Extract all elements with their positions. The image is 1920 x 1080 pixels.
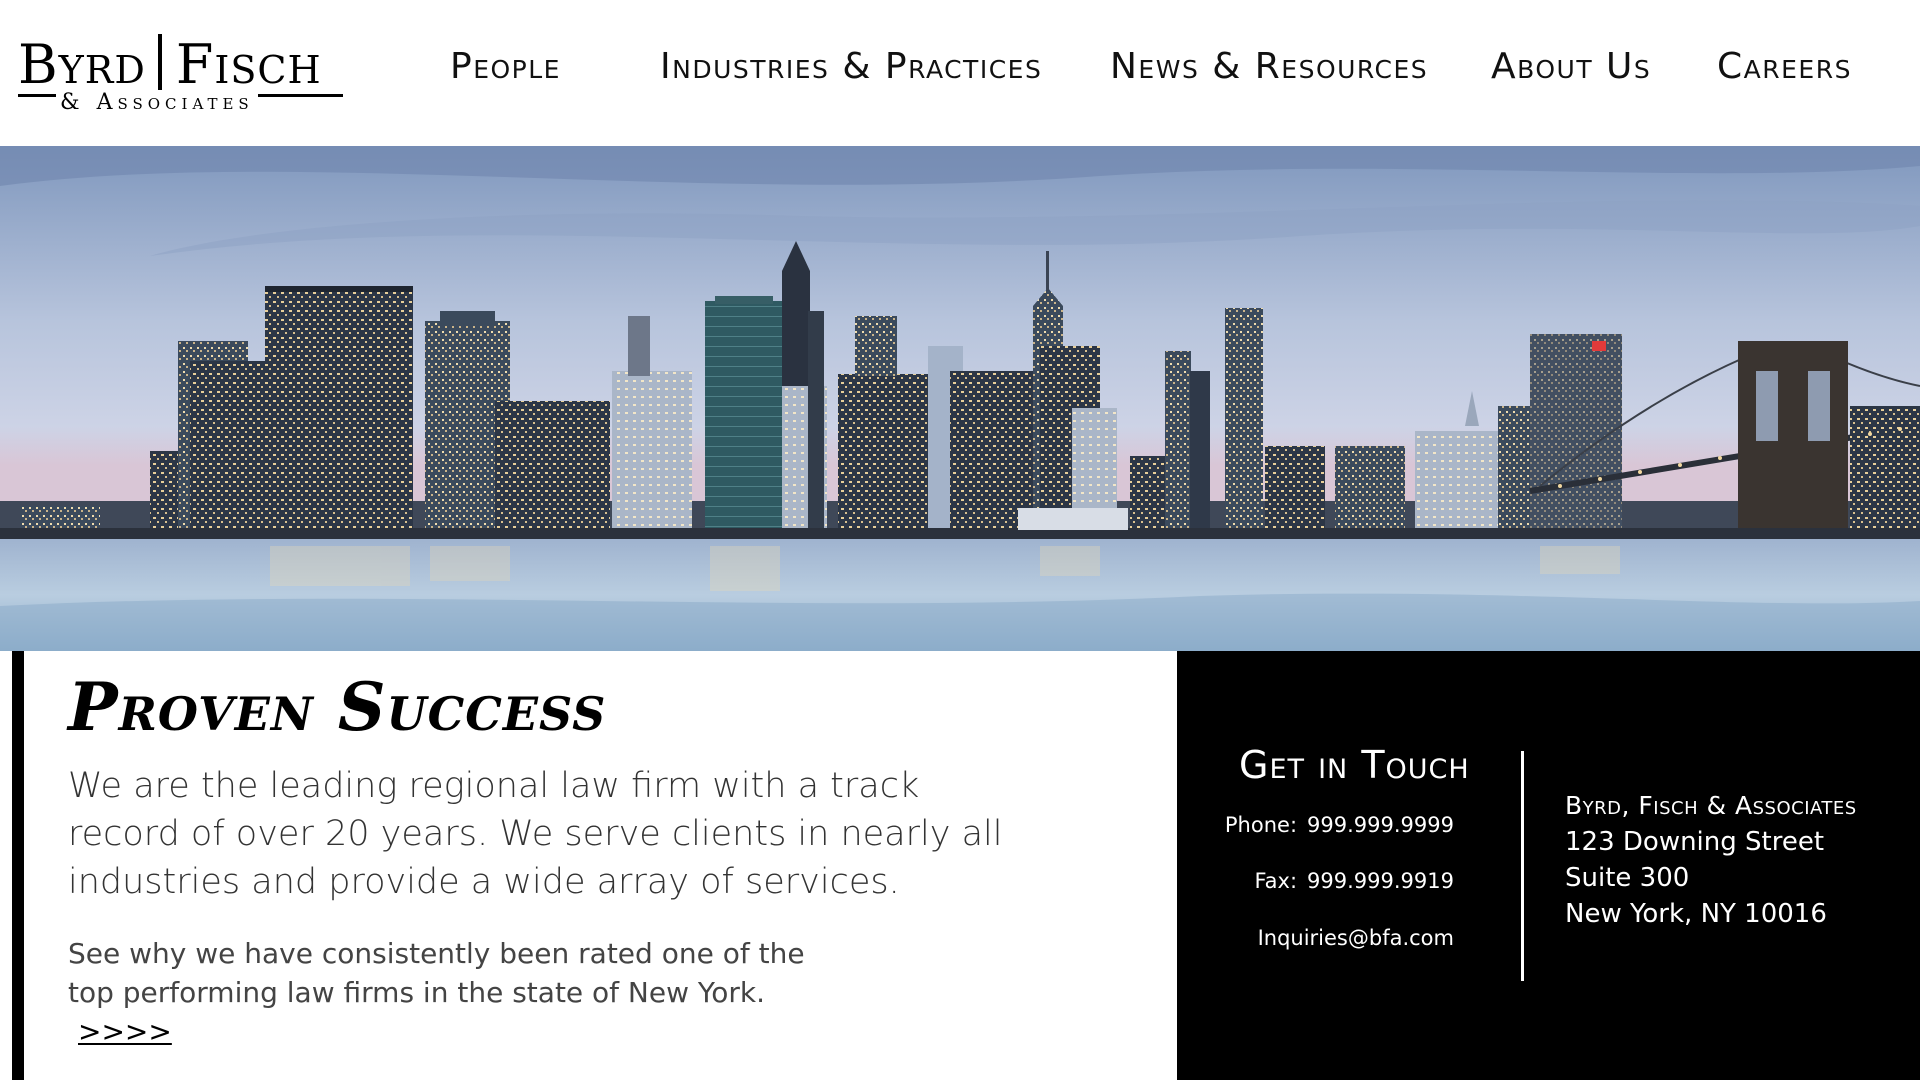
nav-item-industries-practices[interactable]: Industries & Practices <box>660 46 1042 87</box>
main-nav: People Industries & Practices News & Res… <box>0 46 1920 102</box>
fax-row: Fax: 999.999.9919 <box>1255 869 1455 893</box>
hero-skyline-image <box>0 146 1920 651</box>
fax-label: Fax: <box>1254 869 1298 893</box>
contact-divider <box>1521 751 1524 981</box>
email-link[interactable]: Inquiries@bfa.com <box>1258 926 1454 950</box>
nav-item-about-us[interactable]: About Us <box>1491 46 1651 87</box>
page-headline: Proven Success <box>68 668 607 746</box>
phone-number[interactable]: 999.999.9999 <box>1307 813 1454 837</box>
address-firm-name: Byrd, Fisch & Associates <box>1565 791 1857 820</box>
accent-bar <box>12 651 24 1080</box>
phone-row: Phone: 999.999.9999 <box>1225 813 1454 837</box>
ratings-text: See why we have consistently been rated … <box>68 937 805 1009</box>
site-header: Byrd Fisch & Associates People Industrie… <box>0 0 1920 146</box>
skyline-illustration <box>0 146 1920 651</box>
phone-label: Phone: <box>1224 813 1298 837</box>
read-more-link[interactable]: >>>> <box>78 1015 172 1048</box>
nav-item-news-resources[interactable]: News & Resources <box>1110 46 1428 87</box>
email-row: Inquiries@bfa.com <box>1258 926 1454 950</box>
address-block: Byrd, Fisch & Associates 123 Downing Str… <box>1565 791 1857 932</box>
address-city: New York, NY 10016 <box>1565 899 1827 929</box>
intro-paragraph: We are the leading regional law firm wit… <box>68 766 1003 902</box>
address-street: 123 Downing Street <box>1565 827 1825 857</box>
ratings-paragraph: See why we have consistently been rated … <box>68 934 828 1051</box>
contact-panel: Get in Touch Phone: 999.999.9999 Fax: 999.… <box>1177 651 1920 1080</box>
nav-item-careers[interactable]: Careers <box>1717 46 1852 87</box>
fax-number: 999.999.9919 <box>1307 869 1454 893</box>
address-suite: Suite 300 <box>1565 863 1690 893</box>
nav-item-people[interactable]: People <box>450 46 561 87</box>
contact-title: Get in Touch <box>1239 743 1470 787</box>
